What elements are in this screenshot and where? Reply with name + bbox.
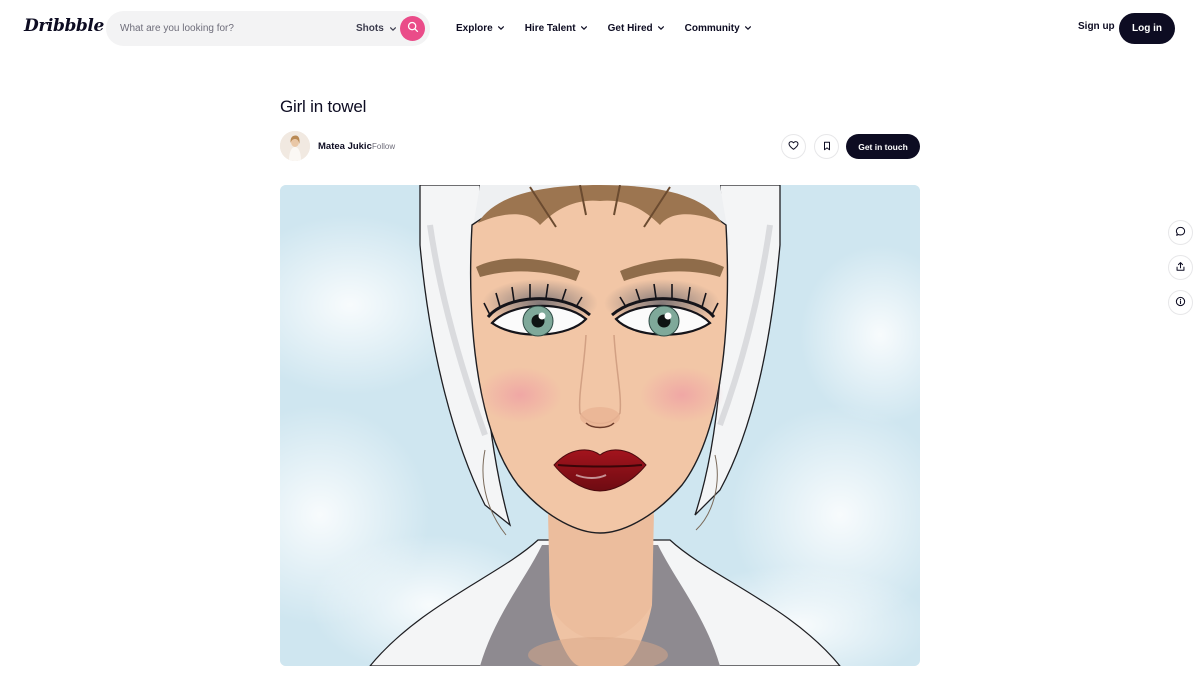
chevron-down-icon xyxy=(657,24,665,32)
follow-link[interactable]: Follow xyxy=(372,142,395,151)
nav-explore-label: Explore xyxy=(456,22,493,34)
comment-icon xyxy=(1175,224,1186,242)
info-icon xyxy=(1175,294,1186,312)
log-in-button[interactable]: Log in xyxy=(1119,13,1175,44)
site-header: Dribbble Shots Explore Hire Talent Get H… xyxy=(0,0,1200,56)
heart-icon xyxy=(788,138,799,156)
search-type-dropdown[interactable]: Shots xyxy=(356,11,397,46)
share-button[interactable] xyxy=(1168,255,1193,280)
search-button[interactable] xyxy=(400,16,425,41)
shot-image[interactable] xyxy=(280,185,920,666)
bookmark-icon xyxy=(822,138,832,156)
search-icon xyxy=(407,20,419,38)
author-name[interactable]: Matea Jukic xyxy=(318,141,372,152)
chevron-down-icon xyxy=(497,24,505,32)
chevron-down-icon xyxy=(389,25,397,33)
nav-get-hired-label: Get Hired xyxy=(607,22,653,34)
comments-button[interactable] xyxy=(1168,220,1193,245)
sign-up-link[interactable]: Sign up xyxy=(1078,21,1115,32)
author-avatar[interactable] xyxy=(280,131,310,161)
search-bar: Shots xyxy=(106,11,430,46)
chevron-down-icon xyxy=(744,24,752,32)
illustration-girl-in-towel xyxy=(280,185,920,666)
search-type-label: Shots xyxy=(356,23,384,34)
save-button[interactable] xyxy=(814,134,839,159)
nav-community-label: Community xyxy=(684,22,740,34)
nav-explore[interactable]: Explore xyxy=(456,23,505,34)
get-in-touch-button[interactable]: Get in touch xyxy=(846,134,920,159)
chevron-down-icon xyxy=(580,24,588,32)
main-nav: Explore Hire Talent Get Hired Community xyxy=(456,0,752,56)
info-button[interactable] xyxy=(1168,290,1193,315)
nav-hire-talent[interactable]: Hire Talent xyxy=(525,23,588,34)
search-input[interactable] xyxy=(120,11,340,46)
nav-community[interactable]: Community xyxy=(685,23,752,34)
dribbble-logo[interactable]: Dribbble xyxy=(24,16,104,36)
share-icon xyxy=(1175,259,1186,277)
like-button[interactable] xyxy=(781,134,806,159)
shot-title: Girl in towel xyxy=(280,97,367,116)
nav-hire-talent-label: Hire Talent xyxy=(524,22,576,34)
nav-get-hired[interactable]: Get Hired xyxy=(608,23,665,34)
